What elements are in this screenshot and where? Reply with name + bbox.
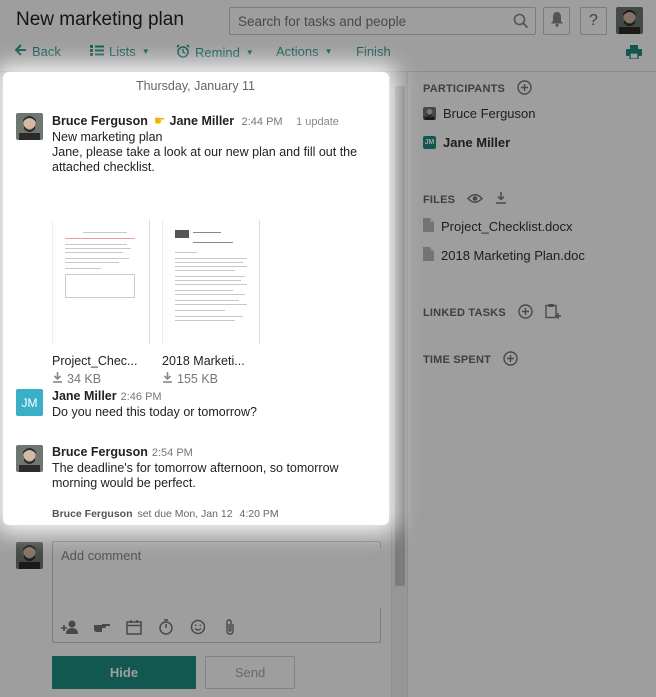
alarm-clock-icon <box>176 44 190 61</box>
update-count[interactable]: 1 update <box>296 116 339 128</box>
download-icon <box>162 372 173 386</box>
message-body: Jane Miller 2:46 PM Do you need this toda… <box>52 389 382 420</box>
download-icon[interactable] <box>495 192 507 207</box>
time-spent-section: TIME SPENT <box>423 351 518 369</box>
system-note-author: Bruce Ferguson <box>52 508 133 520</box>
attachment-size[interactable]: 155 KB <box>162 372 262 386</box>
section-title: TIME SPENT <box>423 354 492 366</box>
participant-item[interactable]: Bruce Ferguson <box>423 106 536 121</box>
section-title: LINKED TASKS <box>423 307 506 319</box>
clipboard-add-icon[interactable] <box>545 303 561 323</box>
lists-menu[interactable]: Lists ▼ <box>90 44 150 59</box>
scrollbar[interactable] <box>391 72 407 697</box>
search-input[interactable] <box>230 8 500 34</box>
attachment-thumbnail[interactable] <box>162 220 260 344</box>
document-icon <box>423 218 434 235</box>
participant-item[interactable]: JM Jane Miller <box>423 135 510 150</box>
attachment-name[interactable]: 2018 Marketi... <box>162 354 262 368</box>
arrow-left-icon <box>14 44 27 59</box>
attachment[interactable]: 2018 Marketi... 155 KB <box>162 220 262 386</box>
pointing-hand-icon: ☛ <box>153 113 166 128</box>
linked-tasks-section: LINKED TASKS <box>423 303 561 323</box>
attachment-name[interactable]: Project_Chec... <box>52 354 152 368</box>
message-time: 2:54 PM <box>151 447 193 459</box>
file-item[interactable]: Project_Checklist.docx <box>423 218 573 235</box>
page-title: New marketing plan <box>16 9 184 30</box>
emoji-icon[interactable] <box>189 618 207 636</box>
files-section: FILES <box>423 192 507 207</box>
message: Bruce Ferguson ☛ Jane Miller 2:44 PM 1 upd… <box>16 113 386 386</box>
file-item[interactable]: 2018 Marketing Plan.doc <box>423 247 585 264</box>
add-time-icon[interactable] <box>503 351 518 369</box>
paperclip-icon[interactable] <box>221 618 239 636</box>
message-line: Jane, please take a look at our new plan… <box>52 145 358 174</box>
chevron-down-icon: ▼ <box>324 47 333 56</box>
finish-button[interactable]: Finish <box>356 44 391 59</box>
help-label: ? <box>589 12 598 29</box>
avatar <box>16 113 43 140</box>
composer-toolbar <box>61 618 239 636</box>
add-participant-icon[interactable] <box>517 80 532 98</box>
bell-icon <box>550 11 564 32</box>
search-icon[interactable] <box>513 13 529 34</box>
message-author[interactable]: Bruce Ferguson <box>52 114 148 128</box>
calendar-icon[interactable] <box>125 618 143 636</box>
back-button[interactable]: Back <box>14 44 61 59</box>
document-icon <box>423 247 434 264</box>
pointing-hand-icon[interactable] <box>93 618 111 636</box>
avatar <box>16 445 43 472</box>
timer-icon[interactable] <box>157 618 175 636</box>
system-note-action: set due Mon, Jan 12 <box>137 508 233 520</box>
eye-icon[interactable] <box>467 193 484 207</box>
date-header: Thursday, January 11 <box>135 79 256 93</box>
message: Bruce Ferguson 2:54 PM The deadline's for… <box>16 445 386 493</box>
participants-section: PARTICIPANTS <box>423 80 532 98</box>
message-assignee[interactable]: Jane Miller <box>170 114 235 128</box>
attachment-size[interactable]: 34 KB <box>52 372 152 386</box>
attachment-thumbnail[interactable] <box>52 220 150 344</box>
message-author[interactable]: Bruce Ferguson <box>52 445 148 459</box>
message-line: Do you need this today or tomorrow? <box>52 405 257 419</box>
header: New marketing plan ? Back Lists ▼ Remind… <box>0 0 656 72</box>
message-time: 2:46 PM <box>120 391 162 403</box>
comment-input[interactable] <box>61 548 381 608</box>
user-avatar[interactable] <box>616 7 643 34</box>
add-person-icon[interactable] <box>61 618 79 636</box>
chevron-down-icon: ▼ <box>141 47 150 56</box>
message-body: Bruce Ferguson ☛ Jane Miller 2:44 PM 1 upd… <box>52 113 382 175</box>
message-line: New marketing plan <box>52 130 163 144</box>
printer-icon <box>626 45 642 62</box>
avatar: JM <box>16 389 43 416</box>
message-author[interactable]: Jane Miller <box>52 389 117 403</box>
actions-menu[interactable]: Actions ▼ <box>276 44 333 59</box>
message-body: Bruce Ferguson 2:54 PM The deadline's for… <box>52 445 382 491</box>
add-linked-task-icon[interactable] <box>518 304 533 322</box>
attachment[interactable]: Project_Chec... 34 KB <box>52 220 152 386</box>
send-button[interactable]: Send <box>205 656 295 689</box>
comment-box[interactable] <box>52 541 381 643</box>
hide-button[interactable]: Hide <box>52 656 196 689</box>
avatar: JM <box>423 136 436 149</box>
message-time: 2:44 PM <box>241 116 283 128</box>
composer-avatar <box>16 542 43 569</box>
chevron-down-icon: ▼ <box>245 48 254 57</box>
section-title: PARTICIPANTS <box>423 83 506 95</box>
search-box[interactable] <box>229 7 536 35</box>
list-icon <box>90 44 104 59</box>
task-sidebar: PARTICIPANTS Bruce Ferguson JM Jane Mill… <box>407 72 656 697</box>
system-note: Bruce Ferguson set due Mon, Jan 12 4:20 … <box>52 508 279 520</box>
system-note-time: 4:20 PM <box>239 508 279 520</box>
message: JM Jane Miller 2:46 PM Do you need this t… <box>16 389 386 421</box>
section-title: FILES <box>423 193 456 206</box>
avatar <box>423 107 436 120</box>
notifications-button[interactable] <box>543 7 570 35</box>
download-icon <box>52 372 63 386</box>
scrollbar-thumb[interactable] <box>395 86 405 586</box>
toolbar: Back Lists ▼ Remind ▼ Actions ▼ Finish <box>0 42 656 64</box>
message-line: The deadline's for tomorrow afternoon, s… <box>52 461 339 490</box>
remind-menu[interactable]: Remind ▼ <box>176 44 254 61</box>
help-button[interactable]: ? <box>580 7 607 35</box>
print-button[interactable] <box>626 45 642 62</box>
